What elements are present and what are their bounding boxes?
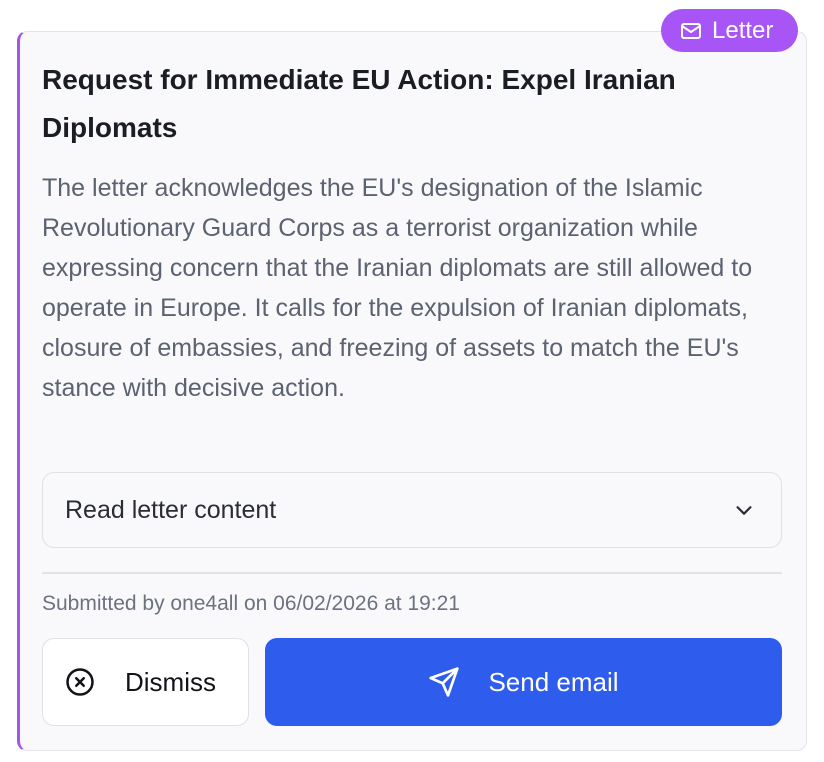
accordion-label: Read letter content	[65, 495, 277, 524]
letter-title: Request for Immediate EU Action: Expel I…	[42, 64, 676, 143]
send-email-button[interactable]: Send email	[265, 638, 782, 726]
letter-badge-label: Letter	[712, 16, 774, 44]
submitted-info: Submitted by one4all on 06/02/2026 at 19…	[42, 592, 460, 615]
letter-description: The letter acknowledges the EU's designa…	[42, 174, 753, 402]
dismiss-button[interactable]: Dismiss	[42, 638, 249, 726]
chevron-down-icon	[733, 499, 755, 521]
send-icon	[428, 666, 460, 698]
read-letter-accordion[interactable]: Read letter content	[42, 472, 782, 548]
letter-badge: Letter	[661, 9, 798, 52]
dismiss-label: Dismiss	[125, 666, 216, 697]
divider	[42, 572, 782, 574]
x-circle-icon	[65, 667, 95, 697]
mail-icon	[679, 19, 703, 43]
send-email-label: Send email	[488, 666, 619, 697]
